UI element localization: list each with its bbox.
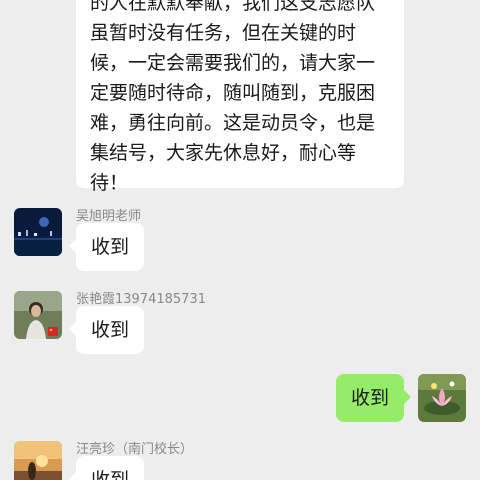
sender-name: 汪亮珍（南门校长）: [76, 442, 194, 457]
sender-name: 吴旭明老师: [76, 209, 142, 224]
message-bubble-long[interactable]: 的人在默默奉献，我们这支志愿队 虽暂时没有任务，但在关键的时 候，一定会需要我们…: [76, 0, 404, 194]
message-bubble[interactable]: 收到: [76, 456, 144, 480]
message-bubble[interactable]: 收到: [76, 223, 144, 271]
message-bubble-outgoing[interactable]: 收到: [336, 374, 404, 422]
message-line: 定要随时待命，随叫随到，克服困: [90, 82, 376, 104]
message-bubble[interactable]: 收到: [76, 306, 144, 354]
avatar[interactable]: [14, 208, 62, 256]
message-line: 难，勇往向前。这是动员令，也是: [90, 112, 376, 134]
lotus-avatar-image: [418, 374, 466, 422]
message-text: 收到: [350, 387, 389, 409]
bubble-tail: [69, 322, 76, 336]
message-text: 收到: [90, 319, 129, 341]
message-text: 收到: [90, 236, 129, 258]
message-line: 待！: [90, 172, 129, 194]
self-avatar[interactable]: [418, 374, 466, 422]
sunset-avatar-image: [14, 441, 62, 480]
avatar[interactable]: [14, 441, 62, 480]
bubble-tail: [404, 390, 411, 404]
message-line: 候，一定会需要我们的，请大家一: [90, 52, 376, 74]
person-photo-avatar-image: [14, 291, 62, 339]
avatar[interactable]: [14, 291, 62, 339]
bubble-tail: [69, 472, 76, 480]
night-city-avatar-image: [14, 208, 62, 256]
message-line: 集结号，大家先休息好，耐心等: [90, 142, 357, 164]
message-line: 虽暂时没有任务，但在关键的时: [90, 22, 357, 44]
message-text: 收到: [90, 469, 129, 480]
message-line: 的人在默默奉献，我们这支志愿队: [90, 0, 376, 14]
bubble-tail: [69, 239, 76, 253]
sender-name: 张艳霞13974185731: [76, 292, 206, 307]
